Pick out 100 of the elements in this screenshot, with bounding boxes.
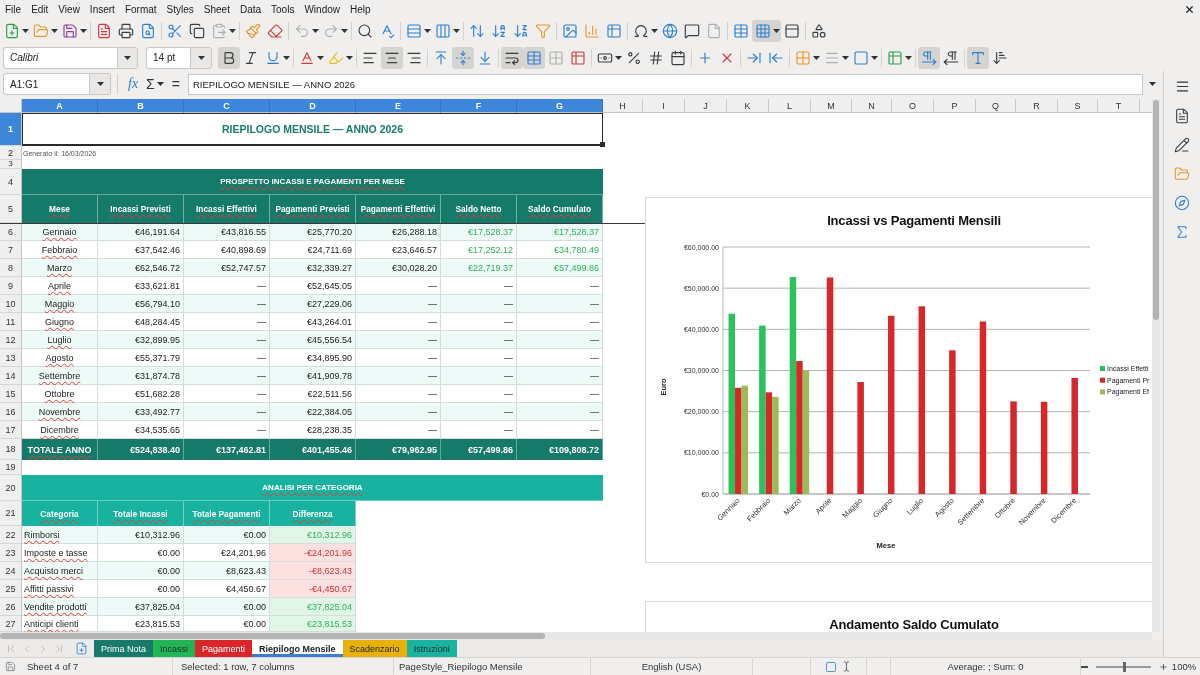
column-header[interactable]: I — [643, 99, 685, 113]
column-header[interactable]: Q — [976, 99, 1016, 113]
row-header[interactable]: 19 — [0, 460, 22, 475]
column-header[interactable]: P — [934, 99, 976, 113]
horizontal-scrollbar[interactable] — [0, 632, 1152, 640]
freeze-button[interactable] — [752, 20, 781, 42]
row-header[interactable]: 5 — [0, 195, 22, 223]
column-header[interactable]: J — [685, 99, 727, 113]
row-header[interactable]: 12 — [0, 331, 22, 349]
row-header[interactable]: 23 — [0, 544, 22, 562]
column-header[interactable]: K — [727, 99, 769, 113]
column-header[interactable]: A — [22, 99, 98, 113]
column-header[interactable]: F — [441, 99, 517, 113]
row-header[interactable]: 2 — [0, 146, 22, 160]
menu-item[interactable]: File — [0, 1, 27, 17]
menu-item[interactable]: Insert — [84, 1, 120, 17]
column-heading: Saldo Netto — [441, 195, 517, 223]
table-cell: €23,815.53 — [98, 616, 184, 632]
zoom-out-icon[interactable] — [1081, 665, 1089, 668]
row-header[interactable]: 18 — [0, 439, 22, 460]
column-header[interactable]: E — [356, 99, 441, 113]
text-type-icon — [970, 49, 986, 66]
row-header[interactable]: 20 — [0, 475, 22, 501]
row-header[interactable]: 17 — [0, 421, 22, 439]
menu-item[interactable]: Sheet — [198, 1, 235, 17]
rectangle-icon[interactable] — [825, 660, 837, 673]
bold-button[interactable] — [218, 46, 240, 69]
text-direction-button[interactable] — [967, 46, 989, 69]
name-box-field[interactable]: A1:G1 — [3, 73, 89, 95]
column-header[interactable]: D — [270, 99, 356, 113]
save-icon[interactable] — [5, 661, 16, 672]
column-header[interactable]: B — [98, 99, 184, 113]
column-header[interactable]: N — [852, 99, 892, 113]
fill-handle-icon[interactable] — [600, 142, 605, 147]
difference-cell: €37,825.04 — [270, 598, 356, 616]
table-cell: — — [441, 331, 517, 349]
row-header[interactable]: 4 — [0, 169, 22, 195]
menu-item[interactable]: Edit — [26, 1, 54, 17]
row-header[interactable]: 26 — [0, 598, 22, 616]
row-header[interactable]: 21 — [0, 501, 22, 526]
column-header[interactable]: M — [811, 99, 852, 113]
row-header[interactable]: 16 — [0, 403, 22, 421]
row-header[interactable]: 15 — [0, 385, 22, 403]
sheet-tab[interactable]: Riepilogo Mensile — [252, 640, 343, 657]
formula-input-field[interactable]: RIEPILOGO MENSILE — ANNO 2026 — [187, 73, 1143, 95]
menu-item[interactable]: Window — [299, 1, 345, 17]
row-header[interactable]: 9 — [0, 277, 22, 295]
menu-item[interactable]: Tools — [266, 1, 300, 17]
row-header[interactable]: 7 — [0, 241, 22, 259]
column-header[interactable]: S — [1058, 99, 1098, 113]
align-middle-button[interactable] — [452, 46, 474, 69]
column-header[interactable]: L — [769, 99, 811, 113]
column-header[interactable]: H — [603, 99, 643, 113]
text-cursor-icon[interactable] — [841, 661, 852, 672]
formula-button[interactable]: = — [167, 73, 184, 95]
scrollbar-thumb[interactable] — [0, 633, 545, 639]
dropdown-button[interactable] — [190, 46, 212, 69]
caret-icon — [813, 55, 820, 60]
sheet-tab[interactable]: Scadenzario — [342, 640, 407, 657]
function-wizard-button[interactable]: fx — [124, 73, 143, 95]
menu-item[interactable]: Data — [234, 1, 267, 17]
align-center-button[interactable] — [381, 46, 403, 69]
dropdown-button[interactable] — [117, 46, 138, 69]
menu-item[interactable]: View — [53, 1, 85, 17]
row-header[interactable]: 24 — [0, 562, 22, 580]
sum-button[interactable]: Σ — [142, 73, 168, 95]
wrap-text-button[interactable] — [501, 46, 523, 69]
row-header[interactable]: 27 — [0, 616, 22, 632]
column-header[interactable]: G — [517, 99, 603, 113]
row-header[interactable]: 1 — [0, 113, 22, 146]
row-header[interactable]: 14 — [0, 367, 22, 385]
column-header[interactable]: O — [892, 99, 934, 113]
difference-cell: -€4,450.67 — [270, 580, 356, 598]
font-size-field[interactable]: 14 pt — [146, 46, 190, 69]
sheet-tab[interactable]: Pagamenti — [195, 640, 253, 657]
menu-item[interactable]: Help — [345, 1, 376, 17]
row-header[interactable]: 22 — [0, 526, 22, 544]
dropdown-button[interactable] — [89, 73, 111, 95]
menu-item[interactable]: Styles — [161, 1, 199, 17]
row-header[interactable]: 13 — [0, 349, 22, 367]
scrollbar-thumb[interactable] — [1153, 100, 1159, 320]
row-header[interactable]: 8 — [0, 259, 22, 277]
vertical-scrollbar[interactable] — [1152, 99, 1160, 632]
sheet-tab[interactable]: Prima Nota — [94, 640, 153, 657]
column-header[interactable]: C — [184, 99, 270, 113]
column-header[interactable]: T — [1098, 99, 1140, 113]
sheet-tab[interactable]: Istruzioni — [406, 640, 457, 657]
sheet-tab[interactable]: Incassi — [153, 640, 196, 657]
left-to-right-button[interactable] — [918, 46, 940, 69]
row-header[interactable]: 25 — [0, 580, 22, 598]
menu-item[interactable]: Format — [119, 1, 162, 17]
clipboard-icon — [211, 23, 227, 39]
row-header[interactable]: 10 — [0, 295, 22, 313]
row-header[interactable]: 11 — [0, 313, 22, 331]
zoom-slider-thumb[interactable] — [1122, 661, 1126, 672]
file-plus-icon[interactable] — [75, 642, 88, 655]
zoom-in-icon[interactable] — [1159, 661, 1168, 672]
font-name-field[interactable]: Calibri — [3, 46, 117, 69]
table-cell: — — [517, 277, 603, 295]
column-header[interactable]: R — [1016, 99, 1058, 113]
